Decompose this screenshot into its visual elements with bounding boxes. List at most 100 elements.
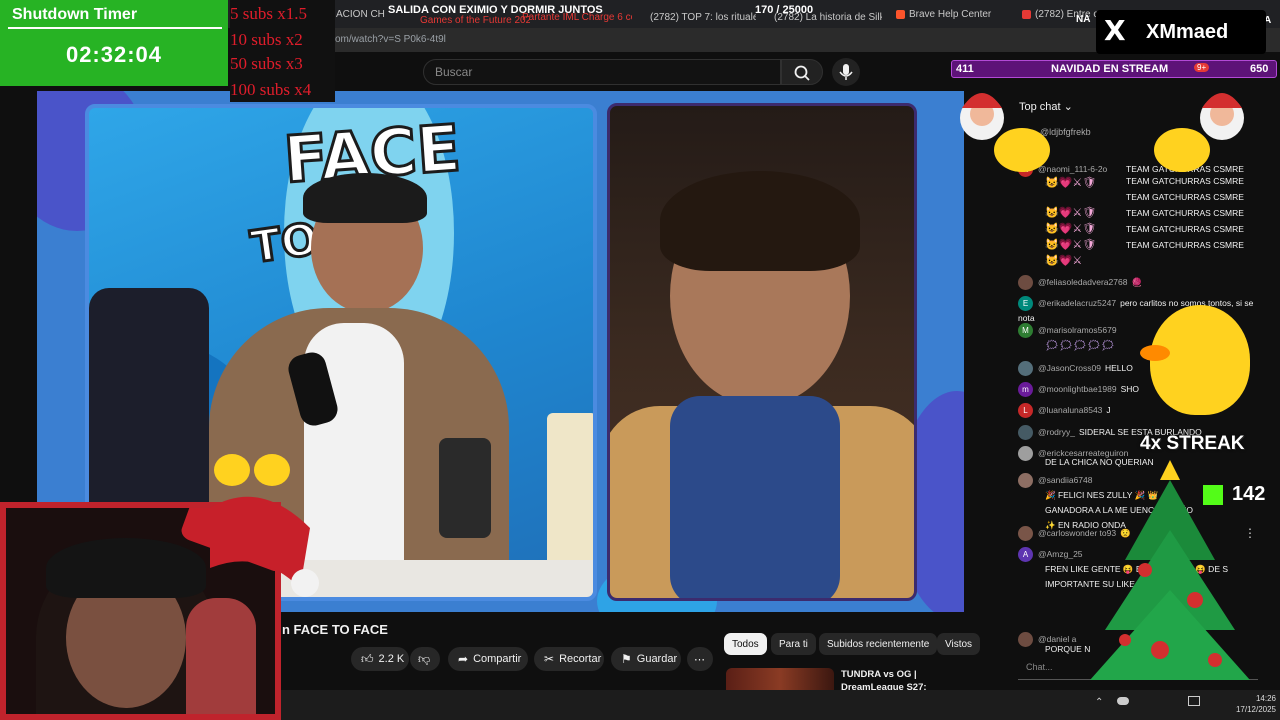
clock-date: 17/12/2025 xyxy=(1235,705,1276,714)
chip-recent[interactable]: Subidos recientemente xyxy=(819,633,938,655)
chat-author: @luanaluna8543 xyxy=(1038,405,1103,415)
chat-author: @feliasoledadvera2768 xyxy=(1038,277,1128,287)
chip-for-you[interactable]: Para ti xyxy=(771,633,816,655)
more-actions-button[interactable]: ⋯ xyxy=(687,647,713,671)
emote-row: 😺💗⚔🛡 xyxy=(1045,223,1097,235)
thumbs-up-icon: 👍︎ xyxy=(361,651,374,666)
taskbar xyxy=(281,690,1280,720)
clip-button[interactable]: ✂ Recortar xyxy=(534,647,604,671)
streamer-cap xyxy=(46,538,206,598)
subs-rule: 100 subs x4 xyxy=(230,80,312,99)
notification-badge[interactable]: 9+ xyxy=(1194,63,1210,72)
team-line: TEAM GATCHURRAS CSMRE xyxy=(1126,208,1244,218)
video-panel-guest xyxy=(607,103,917,601)
avatar: E xyxy=(1018,296,1033,312)
chat-message[interactable]: @feliasoledadvera2768 🧶 xyxy=(1018,275,1268,291)
browser-tab[interactable]: Games of the Future 2025 xyxy=(420,10,530,30)
clock-time: 14:26 xyxy=(1255,694,1276,703)
avatar: L xyxy=(1018,403,1033,419)
tab-label: Games of the Future 2025 xyxy=(420,14,530,26)
x-logo-icon: X xyxy=(1104,14,1126,47)
youtube-icon xyxy=(1022,9,1031,19)
christmas-tree-sticker xyxy=(1090,460,1250,680)
dislike-button[interactable]: 👎︎ xyxy=(410,647,440,671)
tab-label: (2782) TOP 7: los rituales xyxy=(650,11,756,23)
tab-label: (2782) La historia de Silk P xyxy=(774,11,882,23)
chat-author: @erikadelacruz5247 xyxy=(1038,298,1117,308)
second-person xyxy=(186,598,256,714)
mic-icon xyxy=(839,64,853,80)
subs-rule: 50 subs x3 xyxy=(230,54,303,73)
timer-value: 02:32:04 xyxy=(65,42,163,67)
duck-beak xyxy=(1140,345,1170,361)
browser-tab[interactable]: NA xyxy=(1076,9,1098,29)
chat-author: @rodryy_ xyxy=(1038,427,1075,437)
like-button[interactable]: 👍︎ 2.2 K xyxy=(351,647,409,671)
chip-watched[interactable]: Vistos xyxy=(937,633,981,655)
share-button[interactable]: ➦ Compartir xyxy=(448,647,528,671)
more-icon: ⋯ xyxy=(694,653,705,666)
subs-rule: 10 subs x2 xyxy=(230,30,303,49)
team-line: TEAM GATCHURRAS CSMRE xyxy=(1126,192,1244,202)
tab-label: NA xyxy=(1076,13,1091,25)
cloud-icon[interactable] xyxy=(1117,697,1129,705)
browser-tab[interactable]: ACION CH xyxy=(336,4,386,24)
banner-right-count: 650 xyxy=(1250,63,1269,75)
thumbs-down-icon: 👎︎ xyxy=(418,651,431,666)
chat-author: @moonlightbae1989 xyxy=(1038,384,1117,394)
emote-row: 😺💗⚔ xyxy=(1045,255,1083,267)
duck-santa-hat-sticker xyxy=(210,454,319,597)
like-count: 2.2 K xyxy=(378,653,405,665)
chat-author: @Amzg_25 xyxy=(1038,549,1083,559)
browser-tab[interactable]: (2782) La historia de Silk P xyxy=(770,7,882,27)
avatar: M xyxy=(1018,323,1033,339)
url-text[interactable]: om/watch?v=S P0k6-4t9l xyxy=(335,34,446,45)
emote-row: 😺💗⚔🛡 xyxy=(1045,207,1097,219)
avatar xyxy=(1018,526,1033,542)
clip-label: Recortar xyxy=(559,653,602,665)
avatar xyxy=(1018,473,1033,489)
team-line: TEAM GATCHURRAS CSMRE xyxy=(1126,224,1244,234)
scissors-icon: ✂ xyxy=(544,652,555,666)
tab-label: Brave Help Center xyxy=(909,8,992,20)
avatar xyxy=(1018,425,1033,441)
video-title: n FACE TO FACE xyxy=(282,622,388,637)
chat-text: SHO xyxy=(1120,384,1139,394)
chat-text: HELLO xyxy=(1104,363,1133,373)
chat-author: @JasonCross09 xyxy=(1038,363,1101,373)
search-input[interactable]: Buscar xyxy=(423,59,781,85)
avatar xyxy=(1018,446,1033,462)
timer-title: Shutdown Timer xyxy=(12,6,138,23)
team-line: TEAM GATCHURRAS CSMRE xyxy=(1126,240,1244,250)
emote-row: 😺💗⚔🛡 xyxy=(1045,239,1097,251)
brave-icon xyxy=(896,9,905,19)
save-button[interactable]: ⚑ Guardar xyxy=(611,647,681,671)
tray-chevron-icon[interactable]: ⌃ xyxy=(1095,697,1103,708)
save-label: Guardar xyxy=(636,653,678,665)
santa-duck-stickers xyxy=(960,93,1244,172)
voice-search-button[interactable] xyxy=(832,58,860,86)
search-button[interactable] xyxy=(781,59,823,85)
chip-all[interactable]: Todos xyxy=(724,633,767,655)
browser-tab[interactable]: Partante IML Charge 6 colo xyxy=(522,7,632,27)
monitor-icon[interactable] xyxy=(1188,696,1200,706)
subs-rule: 5 subs x1.5 xyxy=(230,4,307,23)
emote-row: 🗯🗯🗯🗯🗯 xyxy=(1045,340,1115,352)
browser-tab[interactable]: Brave Help Center xyxy=(896,4,1006,24)
taskbar-clock[interactable]: 14:26 17/12/2025 xyxy=(1220,693,1276,715)
browser-tab[interactable]: (2782) TOP 7: los rituales xyxy=(646,7,756,27)
tab-label: ACION CH xyxy=(336,8,385,20)
phone xyxy=(439,438,491,538)
banner-left-count: 411 xyxy=(956,63,974,75)
search-icon xyxy=(794,65,810,81)
bookmark-icon: ⚑ xyxy=(621,652,632,666)
guest-hair xyxy=(660,171,860,271)
avatar xyxy=(1018,275,1033,291)
avatar xyxy=(1018,361,1033,377)
host-hair xyxy=(303,173,427,223)
brand-name: XMmaed xyxy=(1146,21,1229,43)
avatar: A xyxy=(1018,547,1033,563)
banner-title: NAVIDAD EN STREAM xyxy=(1051,63,1169,75)
share-icon: ➦ xyxy=(458,652,469,666)
share-label: Compartir xyxy=(473,653,522,665)
